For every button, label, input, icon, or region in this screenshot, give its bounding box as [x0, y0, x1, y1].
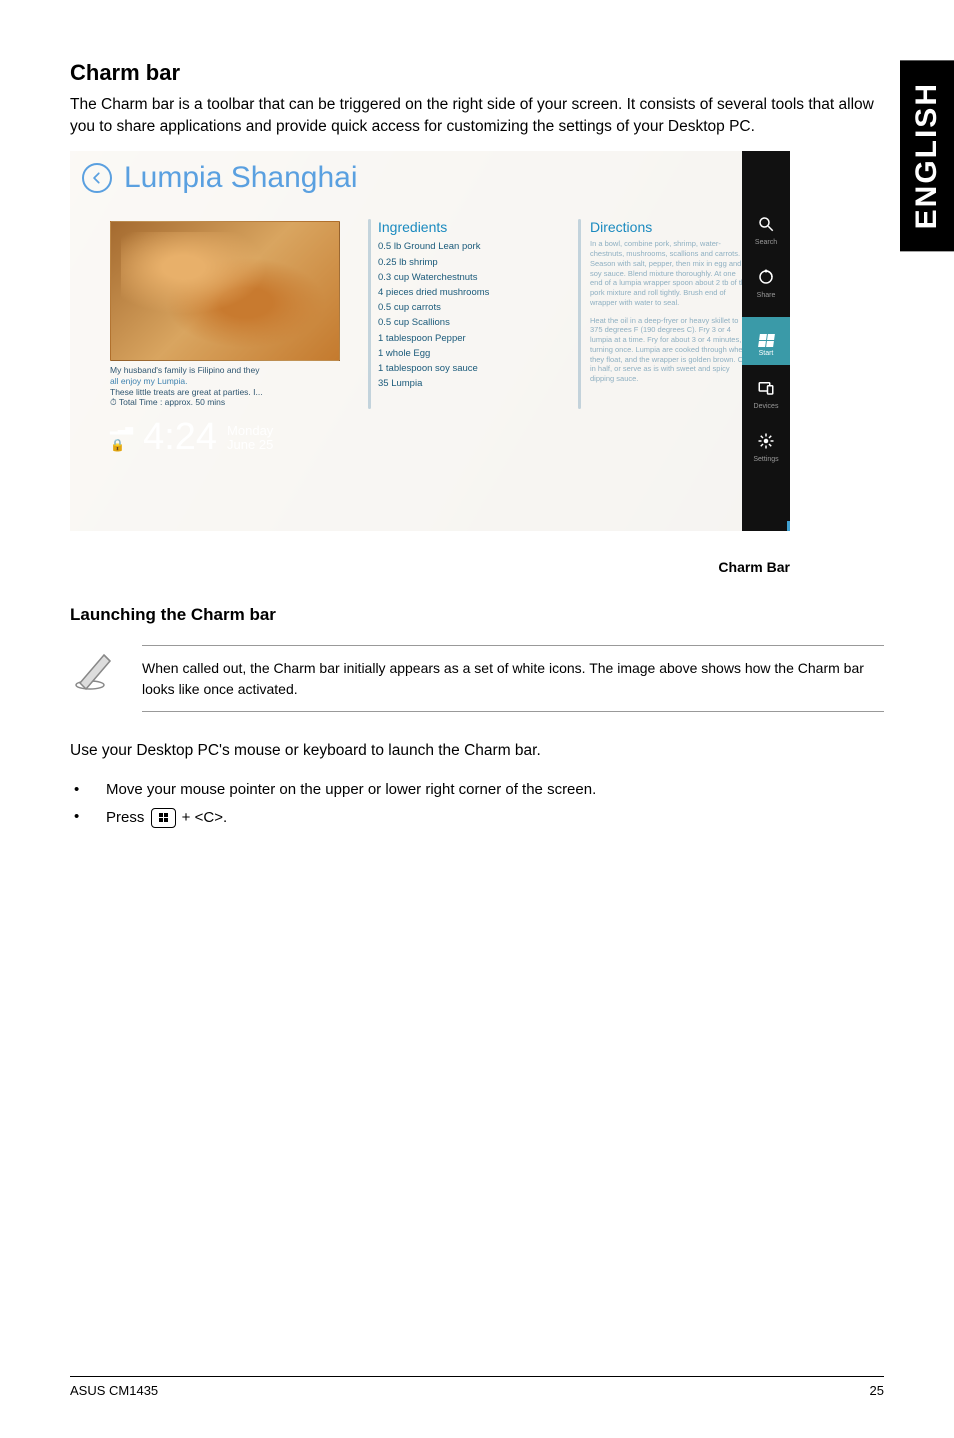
clock-date: June 25	[227, 438, 273, 452]
bullet-keyboard: Press + <C>.	[70, 803, 884, 833]
search-icon	[742, 215, 790, 236]
note-pen-icon	[70, 645, 118, 698]
charm-share[interactable]: Share	[742, 264, 790, 307]
recipe-caption: My husband's family is Filipino and they…	[110, 365, 340, 408]
clock-day: Monday	[227, 424, 273, 438]
footer-page: 25	[870, 1383, 884, 1398]
recipe-photo	[110, 221, 340, 361]
bullet-mouse: Move your mouse pointer on the upper or …	[70, 776, 884, 803]
charm-devices[interactable]: Devices	[742, 375, 790, 418]
charm-search[interactable]: Search	[742, 211, 790, 254]
language-tab: ENGLISH	[900, 60, 954, 251]
footer-model: ASUS CM1435	[70, 1383, 158, 1398]
charm-start[interactable]: Start	[742, 317, 790, 365]
windows-key-icon	[151, 808, 176, 828]
ingredients-column: Ingredients 0.5 lb Ground Lean pork 0.25…	[378, 219, 548, 391]
recipe-title: Lumpia Shanghai	[124, 161, 358, 195]
intro-paragraph: The Charm bar is a toolbar that can be t…	[70, 94, 884, 137]
subsection-heading: Launching the Charm bar	[70, 605, 884, 625]
screenshot-illustration: Lumpia Shanghai My husband's family is F…	[70, 151, 790, 531]
directions-column: Directions In a bowl, combine pork, shri…	[590, 219, 750, 384]
clock-widget: ▂▃▅ 🔒 4:24 Monday June 25	[110, 416, 340, 459]
clock-time: 4:24	[143, 416, 217, 459]
devices-icon	[742, 379, 790, 400]
use-text: Use your Desktop PC's mouse or keyboard …	[70, 740, 884, 762]
section-heading: Charm bar	[70, 60, 884, 86]
settings-icon	[742, 432, 790, 453]
charm-bar-caption: Charm Bar	[70, 559, 790, 575]
share-icon	[742, 268, 790, 289]
back-icon[interactable]	[82, 163, 112, 193]
start-icon	[742, 325, 790, 347]
charm-bar: Search Share Start Devices Settings	[742, 151, 790, 531]
charm-settings[interactable]: Settings	[742, 428, 790, 471]
note-text: When called out, the Charm bar initially…	[142, 645, 884, 712]
